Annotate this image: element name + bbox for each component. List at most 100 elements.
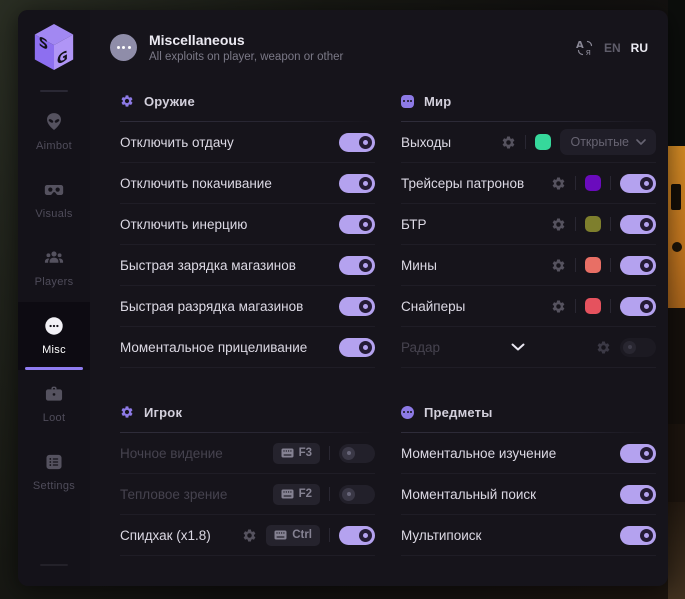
misc-ellipsis-avatar-icon bbox=[110, 34, 137, 61]
section-title: Оружие bbox=[144, 94, 195, 109]
separator bbox=[575, 217, 576, 231]
hotkey-badge[interactable]: F2 bbox=[273, 484, 320, 505]
toggle[interactable] bbox=[620, 297, 656, 316]
toggle[interactable] bbox=[620, 444, 656, 463]
color-swatch[interactable] bbox=[535, 134, 551, 150]
toggle[interactable] bbox=[339, 526, 375, 545]
content-column-right: Мир Выходы Открытые Трейсеры патронов БТ… bbox=[401, 87, 656, 586]
feature-label: Отключить инерцию bbox=[120, 217, 247, 232]
toggle[interactable] bbox=[339, 174, 375, 193]
app-logo-cube-icon: S G bbox=[31, 10, 77, 77]
section-weapon: Оружие Отключить отдачу Отключить покачи… bbox=[120, 87, 375, 368]
main-area: Miscellaneous All exploits on player, we… bbox=[90, 10, 668, 586]
feature-row: Ночное видение F3 bbox=[120, 433, 375, 474]
separator bbox=[329, 446, 330, 460]
toggle[interactable] bbox=[339, 133, 375, 152]
section-dots-icon bbox=[401, 95, 414, 108]
toggle[interactable] bbox=[339, 256, 375, 275]
toggle[interactable] bbox=[620, 526, 656, 545]
gear-icon[interactable] bbox=[551, 176, 566, 191]
color-swatch[interactable] bbox=[585, 298, 601, 314]
feature-label: БТР bbox=[401, 217, 427, 232]
sidebar-item-label: Aimbot bbox=[36, 140, 72, 152]
feature-row: Мультипоиск bbox=[401, 515, 656, 556]
feature-row: Быстрая разрядка магазинов bbox=[120, 286, 375, 327]
svg-text:A: A bbox=[576, 40, 584, 51]
section-gear-icon bbox=[120, 94, 134, 108]
toggle[interactable] bbox=[339, 215, 375, 234]
briefcase-icon bbox=[43, 383, 65, 405]
sidebar-item-settings[interactable]: Settings bbox=[18, 438, 90, 506]
separator bbox=[610, 176, 611, 190]
separator bbox=[329, 528, 330, 542]
keyboard-icon bbox=[281, 489, 294, 499]
gear-icon[interactable] bbox=[501, 135, 516, 150]
settings-list-icon bbox=[43, 451, 65, 473]
dropdown[interactable]: Открытые bbox=[560, 129, 656, 155]
gear-icon[interactable] bbox=[551, 299, 566, 314]
vr-goggles-icon bbox=[43, 179, 65, 201]
separator bbox=[575, 176, 576, 190]
feature-label: Быстрая зарядка магазинов bbox=[120, 258, 296, 273]
page-subtitle: All exploits on player, weapon or other bbox=[149, 51, 343, 63]
feature-label: Ночное видение bbox=[120, 446, 223, 461]
sidebar-item-label: Settings bbox=[33, 480, 75, 492]
color-swatch[interactable] bbox=[585, 257, 601, 273]
ellipsis-circle-icon bbox=[43, 315, 65, 337]
gear-icon[interactable] bbox=[596, 340, 611, 355]
separator bbox=[575, 299, 576, 313]
separator bbox=[525, 135, 526, 149]
page-header: Miscellaneous All exploits on player, we… bbox=[90, 10, 668, 63]
gear-icon[interactable] bbox=[242, 528, 257, 543]
background-orange-banner bbox=[668, 146, 685, 308]
feature-label: Выходы bbox=[401, 135, 451, 150]
lang-en-button[interactable]: EN bbox=[604, 41, 621, 55]
toggle[interactable] bbox=[620, 256, 656, 275]
feature-row: Моментальное прицеливание bbox=[120, 327, 375, 368]
feature-label: Отключить отдачу bbox=[120, 135, 234, 150]
sidebar-divider bbox=[40, 90, 68, 92]
gear-icon[interactable] bbox=[551, 258, 566, 273]
toggle[interactable] bbox=[339, 297, 375, 316]
separator bbox=[329, 487, 330, 501]
section-world: Мир Выходы Открытые Трейсеры патронов БТ… bbox=[401, 87, 656, 368]
toggle[interactable] bbox=[620, 338, 656, 357]
color-swatch[interactable] bbox=[585, 216, 601, 232]
translate-icon: A я bbox=[576, 39, 594, 57]
content-column-left: Оружие Отключить отдачу Отключить покачи… bbox=[120, 87, 375, 586]
expand-chevron-icon[interactable] bbox=[511, 343, 525, 351]
color-swatch[interactable] bbox=[585, 175, 601, 191]
toggle[interactable] bbox=[620, 174, 656, 193]
feature-row: Тепловое зрение F2 bbox=[120, 474, 375, 515]
hotkey-badge[interactable]: Ctrl bbox=[266, 525, 320, 546]
sidebar-item-label: Visuals bbox=[35, 208, 72, 220]
hotkey-badge[interactable]: F3 bbox=[273, 443, 320, 464]
toggle[interactable] bbox=[339, 444, 375, 463]
toggle[interactable] bbox=[620, 215, 656, 234]
section-title: Мир bbox=[424, 94, 451, 109]
feature-row: Отключить инерцию bbox=[120, 204, 375, 245]
toggle[interactable] bbox=[339, 338, 375, 357]
section-dots-icon bbox=[401, 406, 414, 419]
section-gear-icon bbox=[120, 405, 134, 419]
feature-row: Снайперы bbox=[401, 286, 656, 327]
gear-icon[interactable] bbox=[551, 217, 566, 232]
toggle[interactable] bbox=[339, 485, 375, 504]
section-player: Игрок Ночное видение F3 Тепловое зрение bbox=[120, 398, 375, 556]
sidebar-item-visuals[interactable]: Visuals bbox=[18, 166, 90, 234]
sidebar-item-misc[interactable]: Misc bbox=[18, 302, 90, 370]
feature-label: Радар bbox=[401, 340, 440, 355]
toggle[interactable] bbox=[620, 485, 656, 504]
hotkey-label: F2 bbox=[299, 488, 312, 500]
sidebar-item-loot[interactable]: Loot bbox=[18, 370, 90, 438]
page-title: Miscellaneous bbox=[149, 32, 343, 48]
sidebar-item-players[interactable]: Players bbox=[18, 234, 90, 302]
hotkey-label: Ctrl bbox=[292, 529, 312, 541]
feature-label: Быстрая разрядка магазинов bbox=[120, 299, 303, 314]
sidebar-item-aimbot[interactable]: Aimbot bbox=[18, 98, 90, 166]
feature-row: Моментальное изучение bbox=[401, 433, 656, 474]
feature-row: Выходы Открытые bbox=[401, 122, 656, 163]
hotkey-label: F3 bbox=[299, 447, 312, 459]
feature-row: Радар bbox=[401, 327, 656, 368]
lang-ru-button[interactable]: RU bbox=[631, 41, 648, 55]
